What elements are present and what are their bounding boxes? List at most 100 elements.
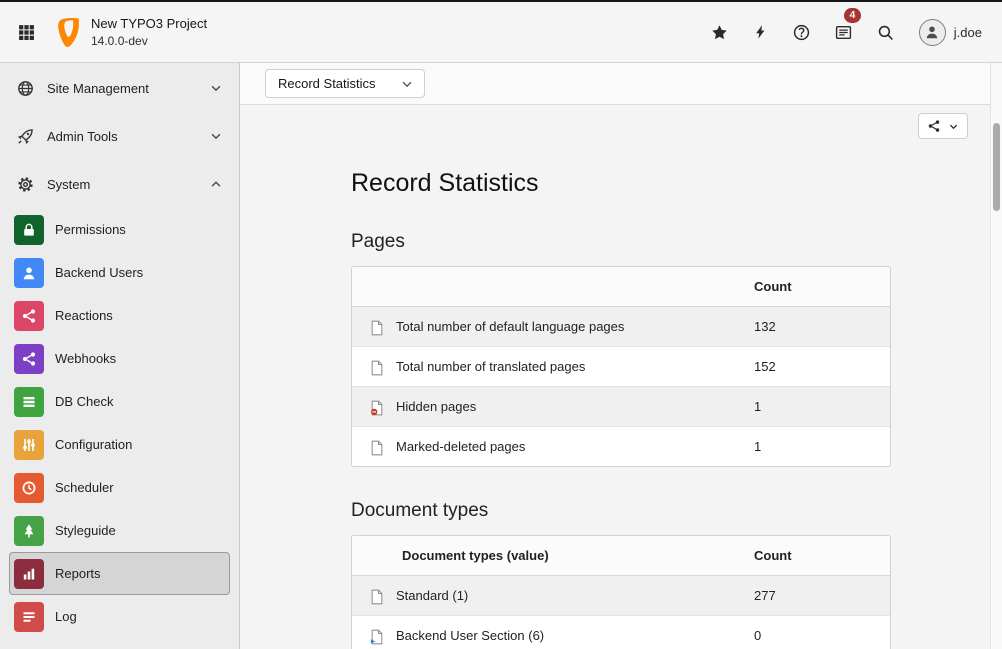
module-select[interactable]: Record Statistics — [265, 69, 425, 98]
row-count: 132 — [742, 307, 890, 347]
row-count: 1 — [742, 387, 890, 427]
row-label: Backend User Section (6) — [390, 616, 742, 649]
sidebar-item-log[interactable]: Log — [9, 595, 230, 638]
lock-icon — [14, 215, 44, 245]
row-count: 0 — [742, 616, 890, 649]
share-nodes-icon — [14, 344, 44, 374]
sidebar-item-backend-users[interactable]: Backend Users — [9, 251, 230, 294]
row-count: 1 — [742, 427, 890, 467]
table-row: Marked-deleted pages1 — [352, 427, 890, 467]
sidebar-item-scheduler[interactable]: Scheduler — [9, 466, 230, 509]
column-header — [352, 267, 742, 307]
topbar-toolbar: 4 j.doe — [711, 19, 982, 46]
clock-icon — [14, 473, 44, 503]
stats-table: Document types (value)CountStandard (1)2… — [351, 535, 891, 649]
share-button[interactable] — [918, 113, 968, 139]
sidebar-item-label: Backend Users — [55, 265, 143, 280]
rows-icon — [14, 387, 44, 417]
help-button[interactable] — [793, 20, 810, 45]
sidebar-groups: Site Management Admin Tools System — [0, 64, 239, 208]
file-icon — [370, 589, 384, 605]
file-icon — [370, 360, 384, 376]
row-count: 277 — [742, 576, 890, 616]
module-select-value: Record Statistics — [278, 76, 376, 91]
column-header-count: Count — [742, 267, 890, 307]
log-icon — [14, 602, 44, 632]
sidebar-group-label: Site Management — [47, 81, 149, 96]
sidebar-item-styleguide[interactable]: Styleguide — [9, 509, 230, 552]
stats-table: CountTotal number of default language pa… — [351, 266, 891, 467]
bookmarks-button[interactable] — [711, 20, 728, 45]
sidebar-item-label: Scheduler — [55, 480, 114, 495]
file-arrow-icon — [370, 629, 384, 645]
column-header-count: Count — [742, 536, 890, 576]
row-label: Marked-deleted pages — [390, 427, 742, 467]
sidebar-item-label: Reports — [55, 566, 101, 581]
module-menu: Site Management Admin Tools System Permiss… — [0, 63, 240, 649]
sidebar-item-label: Styleguide — [55, 523, 116, 538]
file-hidden-icon — [370, 400, 384, 416]
row-count: 152 — [742, 347, 890, 387]
content-toolbar — [240, 105, 1002, 147]
row-label: Hidden pages — [390, 387, 742, 427]
modules-menu-button[interactable] — [0, 2, 52, 62]
chevron-down-icon — [948, 121, 959, 132]
chevron-down-icon — [400, 77, 414, 91]
table-row: Total number of translated pages152 — [352, 347, 890, 387]
app-title: New TYPO3 Project — [91, 15, 207, 33]
scrollbar-thumb[interactable] — [993, 123, 1000, 211]
sidebar-item-configuration[interactable]: Configuration — [9, 423, 230, 466]
sidebar-group-label: System — [47, 177, 90, 192]
search-icon — [877, 24, 894, 41]
sidebar-item-label: Webhooks — [55, 351, 116, 366]
module-body: Record Statistics PagesCountTotal number… — [240, 147, 1002, 649]
table-row: Total number of default language pages13… — [352, 307, 890, 347]
file-icon — [370, 440, 384, 456]
gear-icon — [17, 176, 34, 193]
globe-icon — [17, 80, 34, 97]
scrollbar[interactable] — [990, 63, 1002, 649]
sidebar-group-site-management[interactable]: Site Management — [0, 64, 239, 112]
chevron-down-icon — [209, 129, 223, 143]
help-icon — [793, 24, 810, 41]
system-information-button[interactable]: 4 — [835, 20, 852, 45]
sidebar-item-reactions[interactable]: Reactions — [9, 294, 230, 337]
chart-icon — [14, 559, 44, 589]
share-icon — [927, 119, 941, 133]
sidebar-group-label: Admin Tools — [47, 129, 118, 144]
sidebar-group-system[interactable]: System — [0, 160, 239, 208]
user-icon — [924, 24, 940, 40]
topbar: New TYPO3 Project 14.0.0-dev 4 j.doe — [0, 2, 1002, 63]
sidebar-group-admin-tools[interactable]: Admin Tools — [0, 112, 239, 160]
section-pages: PagesCountTotal number of default langua… — [351, 231, 891, 467]
table-row: Backend User Section (6)0 — [352, 616, 890, 649]
sidebar-item-label: DB Check — [55, 394, 114, 409]
file-icon — [370, 320, 384, 336]
page-title: Record Statistics — [351, 169, 891, 198]
sidebar-item-label: Configuration — [55, 437, 132, 452]
table-row: Hidden pages1 — [352, 387, 890, 427]
content-area: Record Statistics Record Statistics Page… — [240, 63, 1002, 649]
bolt-icon — [753, 24, 768, 40]
sidebar-item-permissions[interactable]: Permissions — [9, 208, 230, 251]
docheader: Record Statistics — [240, 63, 1002, 105]
user-menu-button[interactable]: j.doe — [919, 19, 982, 46]
sliders-icon — [14, 430, 44, 460]
app-version: 14.0.0-dev — [91, 33, 207, 49]
sidebar-item-reports[interactable]: Reports — [9, 552, 230, 595]
notification-badge: 4 — [844, 8, 861, 24]
tree-icon — [14, 516, 44, 546]
typo3-logo — [58, 18, 79, 47]
row-label: Total number of default language pages — [390, 307, 742, 347]
sidebar-item-db-check[interactable]: DB Check — [9, 380, 230, 423]
app-window: New TYPO3 Project 14.0.0-dev 4 j.doe — [0, 0, 1002, 649]
sidebar-item-webhooks[interactable]: Webhooks — [9, 337, 230, 380]
sidebar-item-label: Permissions — [55, 222, 126, 237]
search-button[interactable] — [877, 20, 894, 45]
chevron-down-icon — [209, 81, 223, 95]
section-document-types: Document typesDocument types (value)Coun… — [351, 500, 891, 649]
row-label: Standard (1) — [390, 576, 742, 616]
column-header: Document types (value) — [352, 536, 742, 576]
clear-cache-button[interactable] — [753, 20, 768, 44]
chevron-up-icon — [209, 177, 223, 191]
